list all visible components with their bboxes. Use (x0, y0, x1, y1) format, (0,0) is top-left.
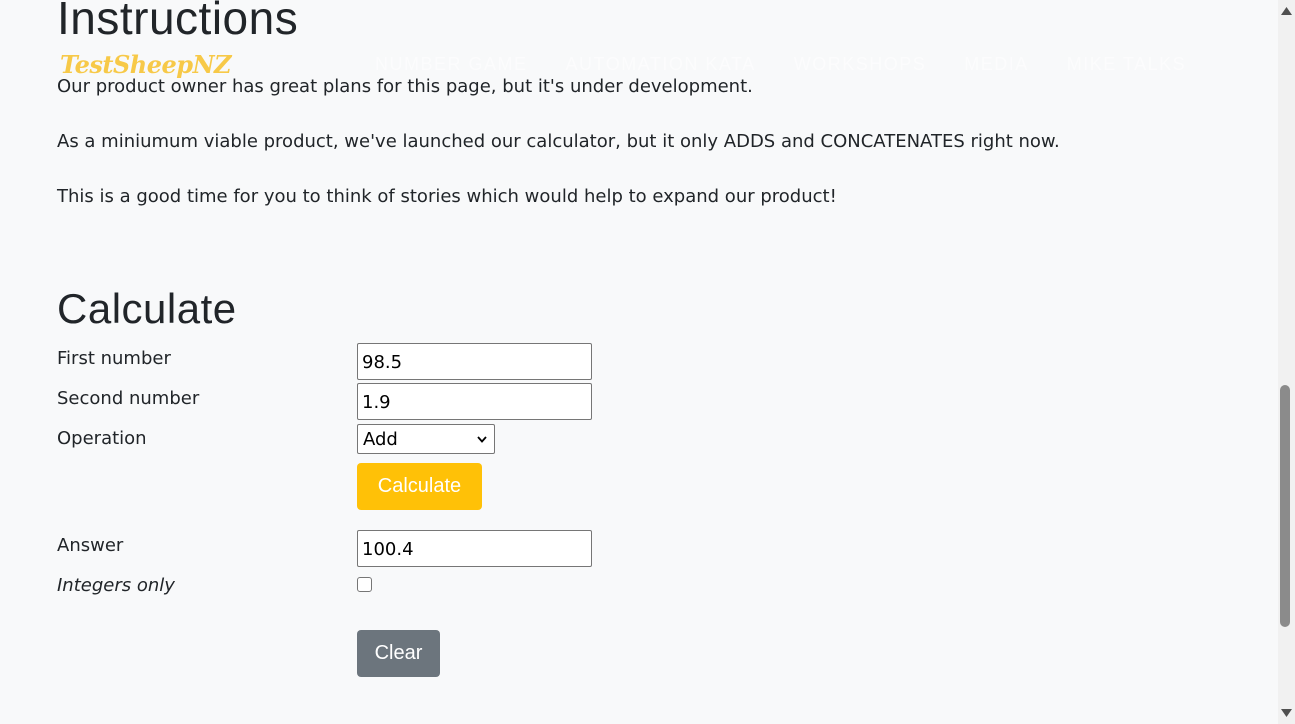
nav-link-media[interactable]: MEDIA (964, 54, 1029, 75)
scrollbar-thumb[interactable] (1280, 385, 1290, 627)
integers-only-label: Integers only (57, 575, 175, 596)
nav-link-automation-kata[interactable]: AUTOMATION KATA (566, 54, 756, 75)
page: Instructions TestSheepNZ NUMBER GAME AUT… (0, 0, 1278, 724)
mvp-paragraph: As a miniumum viable product, we've laun… (57, 131, 1060, 152)
operation-select[interactable]: Add (357, 424, 495, 454)
integers-only-checkbox[interactable] (357, 577, 372, 592)
nav-link-number-game[interactable]: NUMBER GAME (375, 54, 528, 75)
first-number-input[interactable] (357, 343, 592, 380)
operation-label: Operation (57, 428, 147, 449)
nav-links: NUMBER GAME AUTOMATION KATA WORKSHOPS ME… (375, 54, 1224, 75)
instructions-heading: Instructions (57, 0, 299, 44)
calculate-heading: Calculate (57, 285, 237, 332)
second-number-label: Second number (57, 388, 200, 409)
answer-label: Answer (57, 535, 124, 556)
vertical-scrollbar[interactable] (1278, 0, 1295, 724)
answer-input[interactable] (357, 530, 592, 567)
chevron-down-icon (477, 436, 487, 443)
operation-selected-value: Add (363, 428, 398, 450)
arrow-down-icon[interactable] (1278, 704, 1295, 724)
second-number-input[interactable] (357, 383, 592, 420)
stories-paragraph: This is a good time for you to think of … (57, 186, 837, 207)
nav-link-workshops[interactable]: WORKSHOPS (794, 54, 927, 75)
arrow-up-icon[interactable] (1278, 0, 1295, 20)
intro-paragraph: Our product owner has great plans for th… (57, 76, 753, 97)
nav-link-mike-talks[interactable]: MIKE TALKS (1067, 54, 1186, 75)
clear-button[interactable]: Clear (357, 630, 440, 677)
first-number-label: First number (57, 348, 171, 369)
calculate-button[interactable]: Calculate (357, 463, 482, 510)
